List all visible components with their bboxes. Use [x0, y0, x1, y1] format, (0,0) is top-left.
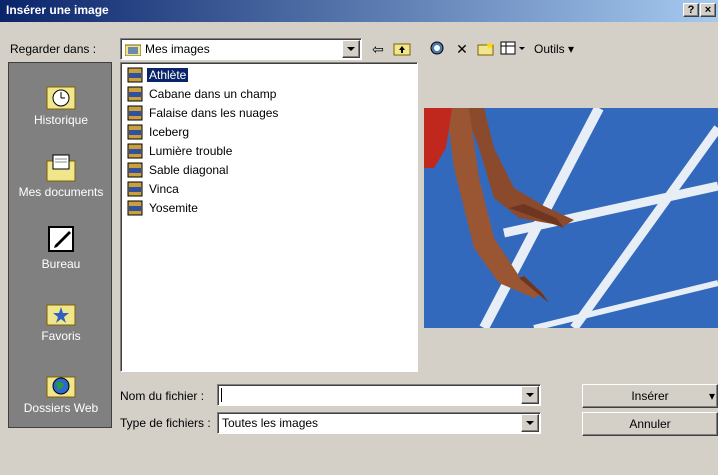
place-favoris[interactable]: Favoris [9, 289, 113, 359]
list-item[interactable]: Yosemite [127, 200, 200, 219]
place-label: Dossiers Web [23, 401, 99, 415]
file-name: Iceberg [149, 125, 190, 139]
text-cursor [221, 388, 222, 402]
place-label: Mes documents [18, 185, 104, 199]
jpg-file-icon [127, 67, 143, 83]
list-item[interactable]: Iceberg [127, 124, 191, 143]
file-name-label: Nom du fichier : [120, 389, 205, 403]
jpg-file-icon [127, 200, 143, 216]
help-button[interactable]: ? [683, 3, 699, 17]
file-type-value: Toutes les images [222, 416, 319, 430]
place-historique[interactable]: Historique [9, 73, 113, 143]
file-name: Yosemite [149, 201, 198, 215]
caret-down-icon: ▾ [568, 42, 575, 56]
place-label: Bureau [41, 257, 81, 271]
chevron-down-icon[interactable] [342, 40, 360, 58]
place-dossiers-web[interactable]: Dossiers Web [9, 361, 113, 431]
file-name: Lumière trouble [149, 144, 233, 158]
delete-icon[interactable]: ✕ [452, 40, 472, 58]
list-item[interactable]: Athlète [127, 67, 189, 86]
file-list[interactable]: Athlète Cabane dans un champ Falaise dans … [120, 62, 418, 372]
list-item[interactable]: Vinca [127, 181, 181, 200]
file-name: Cabane dans un champ [149, 87, 277, 101]
insert-button[interactable]: Insérer ▾ [582, 384, 718, 408]
list-item[interactable]: Lumière trouble [127, 143, 234, 162]
place-label: Favoris [41, 329, 81, 343]
search-web-icon[interactable] [428, 40, 448, 58]
my-documents-icon [45, 151, 77, 183]
jpg-file-icon [127, 86, 143, 102]
new-folder-icon[interactable] [476, 40, 496, 58]
file-name: Falaise dans les nuages [149, 106, 279, 120]
file-type-combo[interactable]: Toutes les images [217, 412, 541, 434]
jpg-file-icon [127, 105, 143, 121]
title-bar: Insérer une image ? × [0, 0, 718, 22]
place-mes-documents[interactable]: Mes documents [9, 145, 113, 215]
chevron-down-icon[interactable] [521, 414, 539, 432]
window-title: Insérer une image [6, 3, 109, 17]
jpg-file-icon [127, 124, 143, 140]
list-item[interactable]: Cabane dans un champ [127, 86, 278, 105]
cancel-button[interactable]: Annuler [582, 412, 718, 436]
look-in-combo[interactable]: Mes images [120, 38, 362, 60]
jpg-file-icon [127, 162, 143, 178]
dropdown-arrow-icon[interactable]: ▾ [709, 385, 715, 407]
image-preview [424, 108, 718, 328]
favorites-icon [45, 295, 77, 327]
tools-menu[interactable]: Outils ▾ [534, 42, 574, 56]
jpg-file-icon [127, 143, 143, 159]
places-bar: Historique Mes documents Bureau Favoris Doss… [8, 62, 112, 428]
file-type-label: Type de fichiers : [120, 416, 211, 430]
place-label: Historique [33, 113, 89, 127]
file-name: Vinca [149, 182, 179, 196]
chevron-down-icon[interactable] [521, 386, 539, 404]
look-in-label: Regarder dans : [10, 42, 97, 56]
file-name: Athlète [147, 68, 189, 82]
list-item[interactable]: Falaise dans les nuages [127, 105, 280, 124]
views-icon[interactable] [500, 40, 528, 58]
folder-icon [125, 44, 141, 56]
history-icon [45, 79, 77, 111]
file-name: Sable diagonal [149, 163, 229, 177]
close-button[interactable]: × [700, 3, 716, 17]
jpg-file-icon [127, 181, 143, 197]
up-folder-icon[interactable] [392, 40, 412, 58]
look-in-value: Mes images [145, 42, 210, 56]
place-bureau[interactable]: Bureau [9, 217, 113, 287]
web-folders-icon [45, 367, 77, 399]
file-name-input[interactable] [217, 384, 541, 406]
list-item[interactable]: Sable diagonal [127, 162, 230, 181]
desktop-icon [45, 223, 77, 255]
back-icon[interactable]: ⇦ [368, 40, 388, 58]
